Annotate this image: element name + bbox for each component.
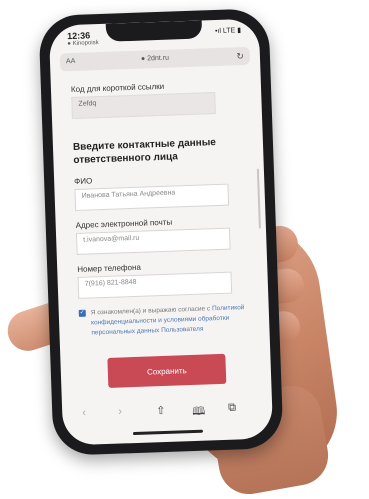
phone-field[interactable]: 7(916) 821-8848 <box>77 271 233 299</box>
status-carrier: ● Kinopoisk <box>67 40 99 48</box>
form-content: Код для короткой ссылки Zefdq Введите ко… <box>71 79 254 389</box>
section-title: Введите контактные данные ответственного… <box>72 137 217 167</box>
bookmarks-icon[interactable]: 🕮 <box>192 403 206 422</box>
save-button[interactable]: Сохранить <box>107 353 227 388</box>
email-field[interactable]: t.ivanova@mail.ru <box>75 227 231 255</box>
fio-field[interactable]: Иванова Татьяна Андреевна <box>74 183 230 211</box>
code-field[interactable]: Zefdq <box>71 92 216 120</box>
scrollbar[interactable] <box>256 168 261 229</box>
url-domain[interactable]: ● 2dnt.ru <box>60 52 250 66</box>
code-label: Код для короткой ссылки <box>70 81 165 95</box>
share-icon[interactable]: ⇧ <box>156 404 166 417</box>
consent-checkbox[interactable]: ✓ <box>78 309 86 317</box>
consent-row: ✓ Я ознакомлен(а) и выражаю согласие с П… <box>78 303 252 339</box>
status-bar: 12:36 ● Kinopoisk •ıl LTE ▮ <box>67 25 242 48</box>
browser-toolbar: ‹ › ⇧ 🕮 ⧉ <box>76 401 258 423</box>
reload-icon[interactable]: ↻ <box>236 51 244 62</box>
browser-address-bar[interactable]: AA ● 2dnt.ru ↻ <box>59 46 251 72</box>
tabs-icon[interactable]: ⧉ <box>228 401 236 414</box>
phone-screen: 12:36 ● Kinopoisk •ıl LTE ▮ AA ● 2dnt.ru… <box>48 18 274 446</box>
signal-icon: •ıl LTE ▮ <box>214 27 242 35</box>
home-indicator <box>132 429 204 436</box>
smartphone: 12:36 ● Kinopoisk •ıl LTE ▮ AA ● 2dnt.ru… <box>38 8 284 456</box>
consent-prefix: Я ознакомлен(а) и выражаю согласие с <box>90 305 211 317</box>
forward-icon[interactable]: › <box>118 405 122 417</box>
back-icon[interactable]: ‹ <box>82 407 86 419</box>
